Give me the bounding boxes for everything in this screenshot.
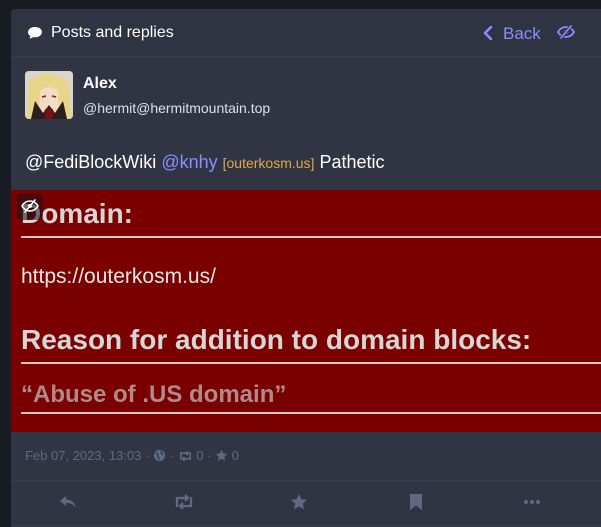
mention-link[interactable]: @FediBlockWiki [25, 152, 156, 172]
media-divider [21, 362, 601, 364]
status-meta: Feb 07, 2023, 13:03 · · 0 · 0 [25, 447, 239, 463]
ellipsis-icon [524, 500, 540, 504]
avatar[interactable] [25, 71, 73, 119]
globe-icon [153, 449, 166, 462]
eye-slash-icon [21, 199, 39, 213]
status-timestamp[interactable]: Feb 07, 2023, 13:03 [25, 448, 141, 463]
meta-separator: · [145, 448, 150, 464]
bookmark-button[interactable] [409, 493, 431, 515]
hide-media-button[interactable] [17, 194, 43, 220]
status-text: Pathetic [319, 152, 385, 172]
eye-slash-icon[interactable] [557, 25, 575, 39]
boost-button[interactable] [173, 493, 195, 515]
star-icon [215, 449, 228, 461]
media-divider [21, 236, 601, 238]
thread-column: Posts and replies Back Alex @hermit@herm… [11, 9, 601, 527]
back-label: Back [503, 24, 541, 43]
column-title: Posts and replies [51, 24, 174, 41]
media-attachment[interactable]: Domain: https://outerkosm.us/ Reason for… [11, 190, 601, 432]
speech-bubble-icon [28, 27, 42, 39]
favourite-count: 0 [231, 448, 239, 464]
bookmark-icon [410, 494, 422, 510]
boost-icon [175, 494, 193, 510]
more-button[interactable] [523, 493, 545, 515]
meta-separator: · [169, 448, 174, 464]
media-url-text: https://outerkosm.us/ [21, 265, 216, 288]
chevron-left-icon [483, 26, 493, 40]
display-name[interactable]: Alex [83, 75, 117, 93]
boost-icon [179, 450, 191, 461]
instance-tag: [outerkosm.us] [222, 155, 315, 171]
media-heading-reason: Reason for addition to domain blocks: [21, 324, 532, 355]
status-content: @FediBlockWiki @knhy [outerkosm.us] Path… [25, 152, 385, 173]
avatar-image [25, 71, 73, 119]
favourite-button[interactable] [290, 493, 312, 515]
media-quote-text: “Abuse of .US domain” [21, 381, 287, 408]
media-divider [21, 412, 601, 414]
column-header: Posts and replies Back [11, 9, 601, 57]
reply-icon [60, 496, 76, 508]
star-icon [291, 494, 307, 510]
boost-count: 0 [196, 448, 204, 464]
mention-link[interactable]: @knhy [161, 152, 217, 172]
account-handle[interactable]: @hermit@hermitmountain.top [83, 100, 270, 116]
meta-separator: · [207, 448, 212, 464]
reply-button[interactable] [58, 493, 80, 515]
status-action-bar [11, 480, 601, 526]
